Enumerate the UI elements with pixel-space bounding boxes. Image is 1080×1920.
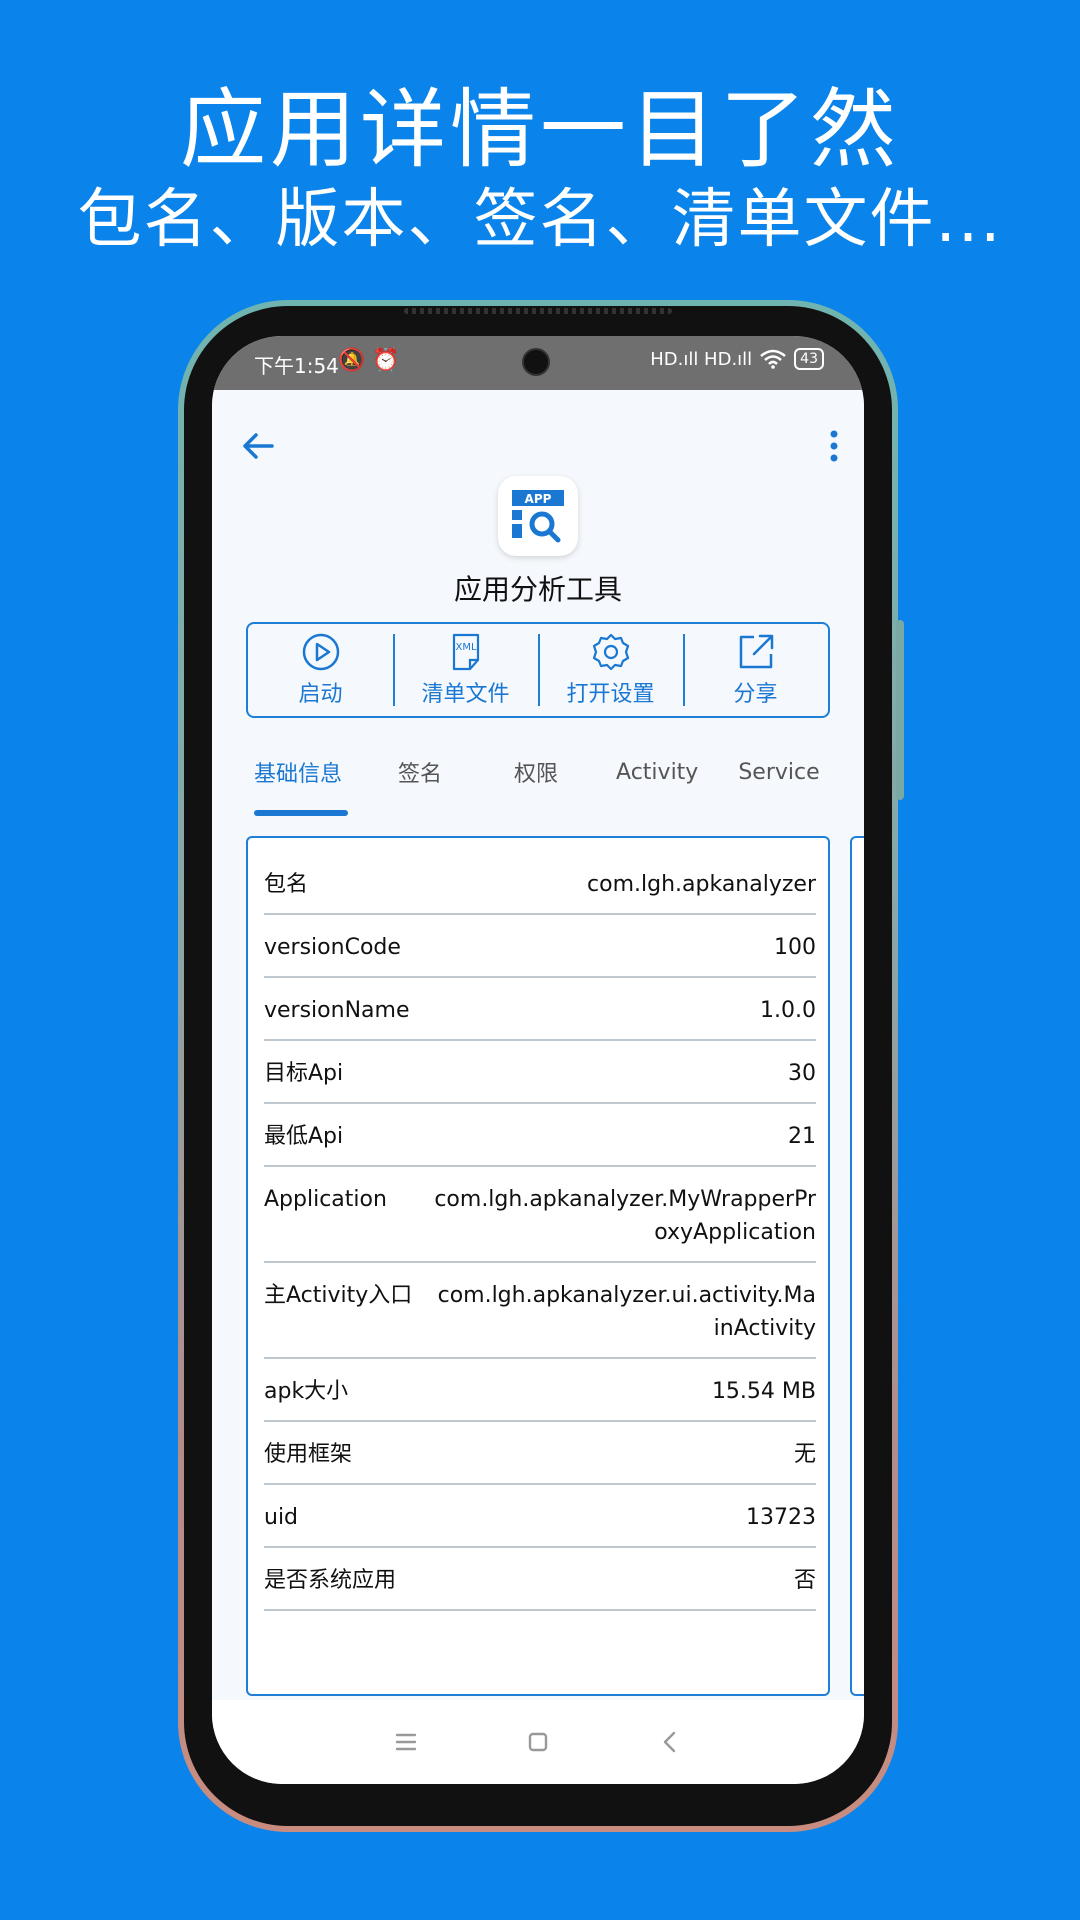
share-label: 分享	[733, 682, 778, 707]
status-icons-right: HD.ıll HD.ıll 43	[650, 348, 824, 370]
row-label: 是否系统应用	[264, 1568, 397, 1593]
battery-icon: 43	[794, 348, 824, 370]
row-label: 包名	[264, 872, 309, 897]
phone-screen: 下午1:54 🔕 ⏰ HD.ıll HD.ıll 43 APP 应用分析工具 启…	[212, 336, 864, 1784]
row-value: 否	[793, 1568, 816, 1593]
info-row-version-name: versionName 1.0.0	[264, 978, 816, 1041]
row-label: 使用框架	[264, 1442, 353, 1467]
open-settings-button[interactable]: 打开设置	[538, 624, 683, 716]
more-vertical-icon[interactable]	[824, 424, 844, 468]
promo-subheadline: 包名、版本、签名、清单文件...	[77, 183, 1003, 257]
info-row-system-app: 是否系统应用 否	[264, 1548, 816, 1611]
phone-speaker-grille	[404, 308, 672, 314]
notification-icons: 🔕 ⏰	[338, 348, 400, 373]
tab-bar: 基础信息 签名 权限 Activity Service	[246, 742, 846, 802]
tab-indicator	[254, 810, 348, 816]
info-row-framework: 使用框架 无	[264, 1422, 816, 1485]
next-card-peek	[850, 836, 864, 1696]
row-label: versionCode	[264, 935, 401, 960]
info-row-uid: uid 13723	[264, 1485, 816, 1548]
gear-icon	[592, 633, 629, 671]
menu-icon[interactable]	[388, 1724, 424, 1760]
app-icon-text: APP	[525, 492, 552, 506]
arrow-left-icon[interactable]	[236, 424, 280, 468]
manifest-button[interactable]: XML 清单文件	[393, 624, 538, 716]
row-label: 主Activity入口	[264, 1283, 413, 1308]
system-nav-bar	[212, 1700, 864, 1784]
basic-info-card: 包名 com.lgh.apkanalyzer versionCode 100 v…	[246, 836, 830, 1696]
tab-service[interactable]: Service	[738, 760, 819, 785]
promo-headline: 应用详情一目了然	[180, 80, 900, 180]
signal-icon: HD.ıll HD.ıll	[650, 348, 753, 370]
row-value: com.lgh.apkanalyzer.ui.activity.MainActi…	[437, 1283, 816, 1341]
back-chevron-icon[interactable]	[652, 1724, 688, 1760]
row-value: 1.0.0	[760, 998, 816, 1023]
row-label: Application	[264, 1187, 387, 1212]
action-bar: 启动 XML 清单文件 打开设置 分享	[246, 622, 830, 718]
row-label: 最低Api	[264, 1124, 344, 1149]
app-icon: APP	[498, 476, 578, 556]
front-camera	[522, 348, 550, 376]
tab-activity[interactable]: Activity	[616, 760, 698, 785]
row-value: 30	[788, 1061, 816, 1086]
row-label: uid	[264, 1505, 299, 1530]
info-row-version-code: versionCode 100	[264, 915, 816, 978]
app-name: 应用分析工具	[453, 573, 622, 606]
phone-side-button	[896, 620, 904, 800]
info-row-min-api: 最低Api 21	[264, 1104, 816, 1167]
row-value: 15.54 MB	[711, 1379, 816, 1404]
tab-basic-info[interactable]: 基础信息	[254, 756, 342, 788]
info-row-main-activity: 主Activity入口 com.lgh.apkanalyzer.ui.activ…	[264, 1263, 816, 1359]
row-value: 13723	[746, 1505, 816, 1530]
tab-permissions[interactable]: 权限	[514, 756, 558, 788]
share-button[interactable]: 分享	[683, 624, 828, 716]
manifest-label: 清单文件	[421, 682, 510, 707]
app-content: APP 应用分析工具 启动 XML 清单文件 打开设置 分享 基础信息 签名 权…	[212, 390, 864, 1700]
row-label: 目标Api	[264, 1061, 344, 1086]
row-label: versionName	[264, 998, 410, 1023]
play-icon	[302, 633, 339, 671]
launch-label: 启动	[298, 682, 343, 707]
status-bar: 下午1:54 🔕 ⏰ HD.ıll HD.ıll 43	[212, 336, 864, 390]
info-row-package: 包名 com.lgh.apkanalyzer	[264, 852, 816, 915]
status-time: 下午1:54	[254, 354, 339, 378]
row-value: com.lgh.apkanalyzer	[587, 872, 816, 897]
row-value: com.lgh.apkanalyzer.MyWrapperProxyApplic…	[434, 1187, 816, 1245]
app-search-icon: APP	[512, 490, 564, 543]
xml-icon-text: XML	[455, 642, 476, 653]
xml-file-icon: XML	[452, 633, 479, 671]
open-settings-label: 打开设置	[566, 682, 655, 707]
info-row-application: Application com.lgh.apkanalyzer.MyWrappe…	[264, 1167, 816, 1263]
launch-button[interactable]: 启动	[248, 624, 393, 716]
row-label: apk大小	[264, 1379, 349, 1404]
info-row-target-api: 目标Api 30	[264, 1041, 816, 1104]
share-icon	[739, 634, 773, 669]
info-list: 包名 com.lgh.apkanalyzer versionCode 100 v…	[264, 852, 816, 1611]
row-value: 100	[774, 935, 816, 960]
row-value: 21	[788, 1124, 816, 1149]
tab-signature[interactable]: 签名	[398, 756, 442, 788]
home-square-icon[interactable]	[520, 1724, 556, 1760]
wifi-icon	[760, 349, 786, 369]
row-value: 无	[793, 1442, 816, 1467]
info-row-apk-size: apk大小 15.54 MB	[264, 1359, 816, 1422]
